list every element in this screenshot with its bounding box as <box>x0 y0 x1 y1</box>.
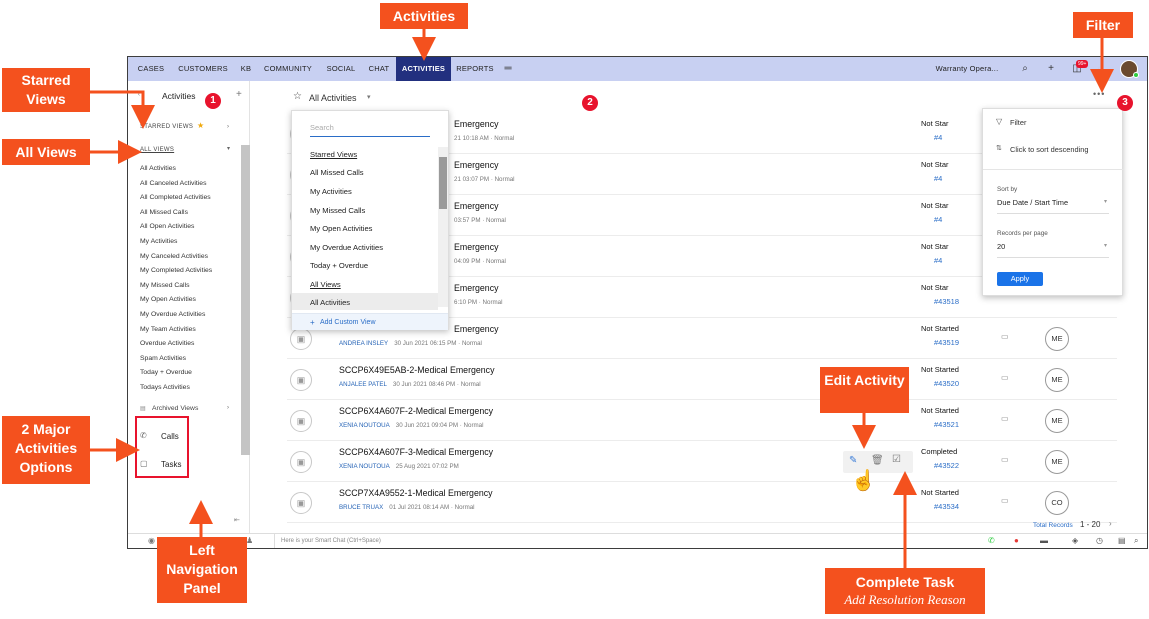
annotation-arrows <box>90 29 1114 568</box>
arrow-starred-views <box>90 90 155 129</box>
tutorial-screenshot: CASES CUSTOMERS KB COMMUNITY SOCIAL CHAT… <box>0 0 1149 619</box>
